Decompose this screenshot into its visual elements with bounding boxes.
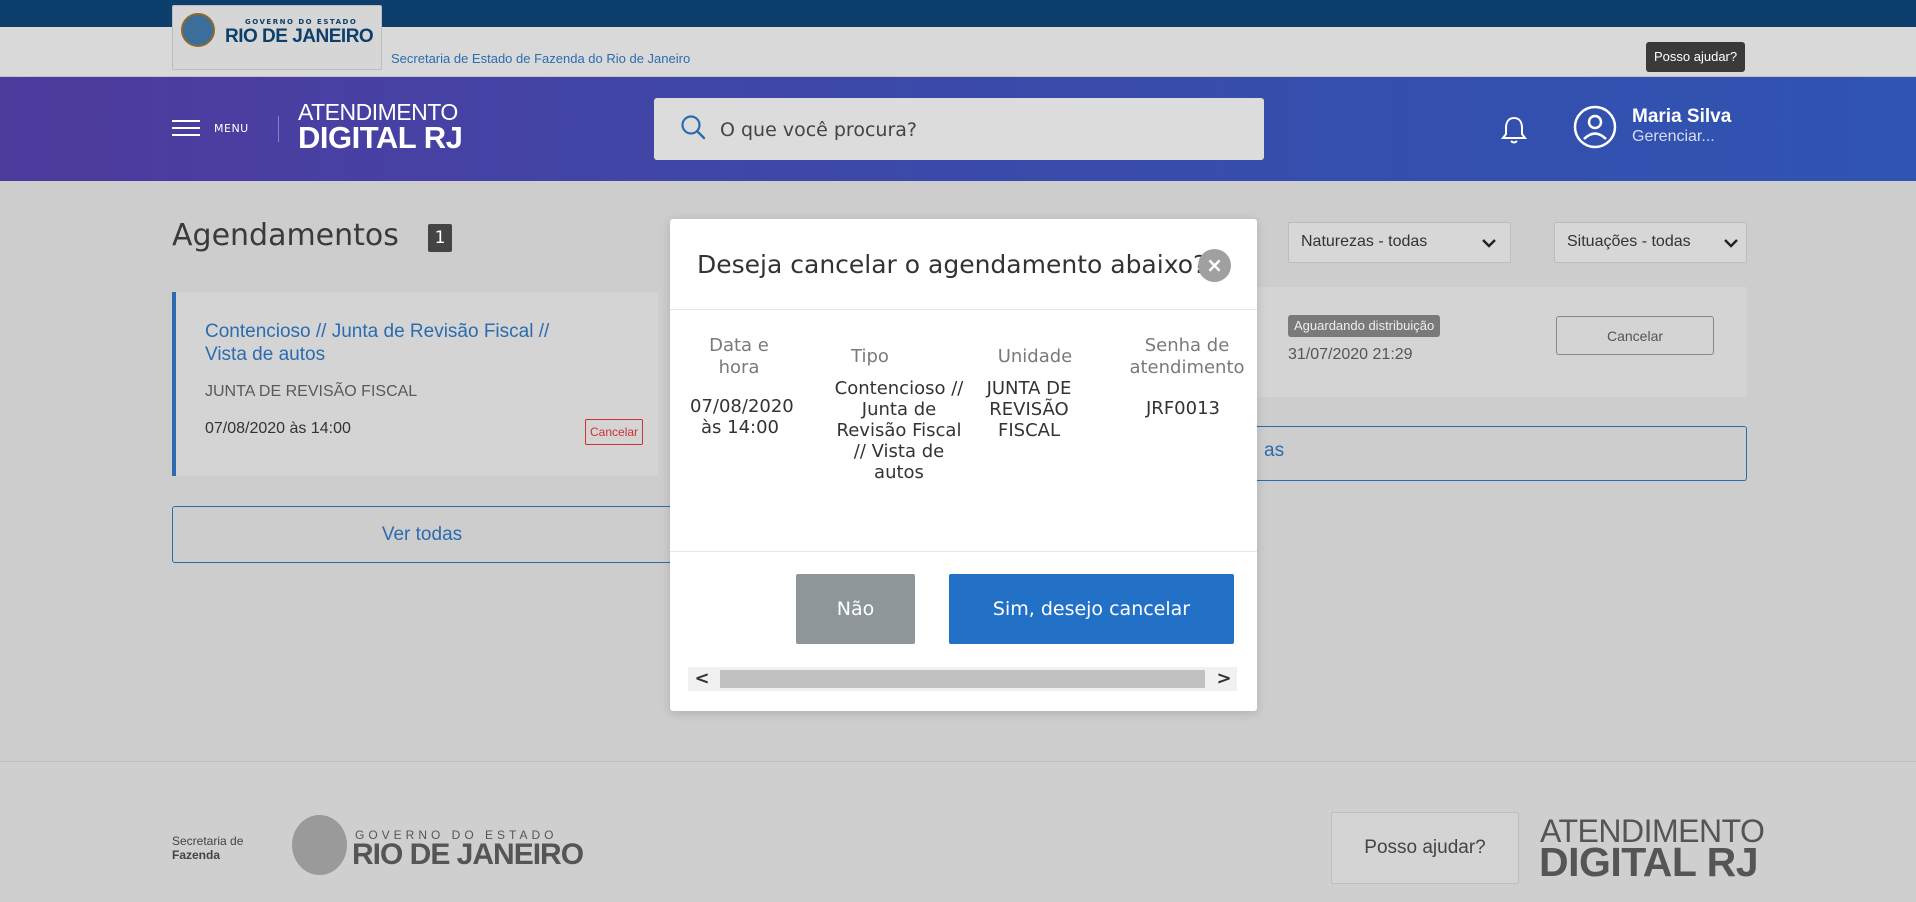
cell-unidade: JUNTA DE REVISÃO FISCAL (986, 378, 1072, 441)
menu-label[interactable]: MENU (214, 122, 249, 135)
page-title: Agendamentos (172, 218, 399, 253)
divider (278, 116, 279, 142)
naturezas-select-label: Naturezas - todas (1301, 233, 1428, 250)
menu-icon[interactable] (172, 120, 202, 138)
search-icon[interactable] (680, 114, 706, 140)
situacoes-select-label: Situações - todas (1567, 233, 1691, 250)
scroll-left-icon[interactable]: < (688, 667, 716, 691)
help-badge[interactable]: Posso ajudar? (1646, 42, 1746, 72)
footer-secretaria-line2: Fazenda (172, 848, 221, 862)
situacoes-select[interactable]: Situações - todas (1554, 222, 1747, 263)
see-all-button[interactable]: Ver todas (172, 506, 672, 563)
bell-icon[interactable] (1500, 114, 1528, 146)
cell-date: 07/08/2020 às 14:00 (690, 396, 794, 438)
modal-title: Deseja cancelar o agendamento abaixo? (697, 250, 1207, 279)
count-badge: 1 (428, 224, 452, 252)
cell-senha: JRF0013 (1146, 398, 1220, 419)
logo-big-text: RIO DE JANEIRO (225, 26, 374, 47)
column-header-unidade: Unidade (997, 346, 1073, 367)
scrollbar-thumb[interactable] (720, 670, 1205, 688)
coat-of-arms-icon (181, 13, 215, 47)
divider (670, 551, 1257, 552)
appointment-cancel-button[interactable]: Cancelar (585, 419, 644, 445)
no-button[interactable]: Não (796, 574, 915, 644)
footer-secretaria: Secretaria de Fazenda (172, 834, 243, 862)
column-header-data: Data e hora (709, 335, 769, 378)
request-date: 31/07/2020 21:29 (1288, 346, 1413, 363)
secretaria-link[interactable]: Secretaria de Estado de Fazenda do Rio d… (391, 51, 690, 66)
brand-line2[interactable]: DIGITAL RJ (298, 120, 463, 156)
coat-of-arms-icon (292, 815, 347, 875)
avatar-icon[interactable] (1572, 104, 1618, 150)
status-badge: Aguardando distribuição (1288, 315, 1441, 337)
gov-rj-logo[interactable]: GOVERNO DO ESTADO RIO DE JANEIRO (172, 5, 382, 70)
confirm-cancel-button[interactable]: Sim, desejo cancelar (949, 574, 1234, 644)
footer-help-button[interactable]: Posso ajudar? (1331, 812, 1519, 884)
logo-small-text: GOVERNO DO ESTADO (245, 18, 358, 26)
footer-brand-line2: DIGITAL RJ (1539, 839, 1759, 885)
appointment-date: 07/08/2020 às 14:00 (205, 420, 351, 437)
see-all-right-button[interactable] (1220, 426, 1747, 481)
column-header-senha: Senha de atendimento (1129, 335, 1245, 378)
divider (670, 309, 1257, 310)
cell-tipo: Contencioso // Junta de Revisão Fiscal /… (834, 378, 964, 483)
scroll-right-icon[interactable]: > (1210, 667, 1238, 691)
search-input[interactable] (718, 106, 1242, 154)
chevron-down-icon (1482, 239, 1496, 248)
column-header-tipo: Tipo (851, 346, 889, 367)
footer-gov-big: RIO DE JANEIRO (352, 838, 584, 871)
request-cancel-button[interactable]: Cancelar (1556, 316, 1714, 355)
see-all-right-text: as (1264, 440, 1285, 461)
user-name[interactable]: Maria Silva (1632, 106, 1731, 128)
naturezas-select[interactable]: Naturezas - todas (1288, 222, 1511, 263)
chevron-down-icon (1724, 239, 1738, 248)
footer-secretaria-line1: Secretaria de (172, 834, 244, 848)
appointment-unit: JUNTA DE REVISÃO FISCAL (205, 383, 418, 400)
close-icon[interactable]: × (1198, 249, 1231, 282)
appointment-link[interactable]: Contencioso // Junta de Revisão Fiscal /… (205, 320, 585, 366)
user-manage-link[interactable]: Gerenciar... (1632, 128, 1715, 146)
